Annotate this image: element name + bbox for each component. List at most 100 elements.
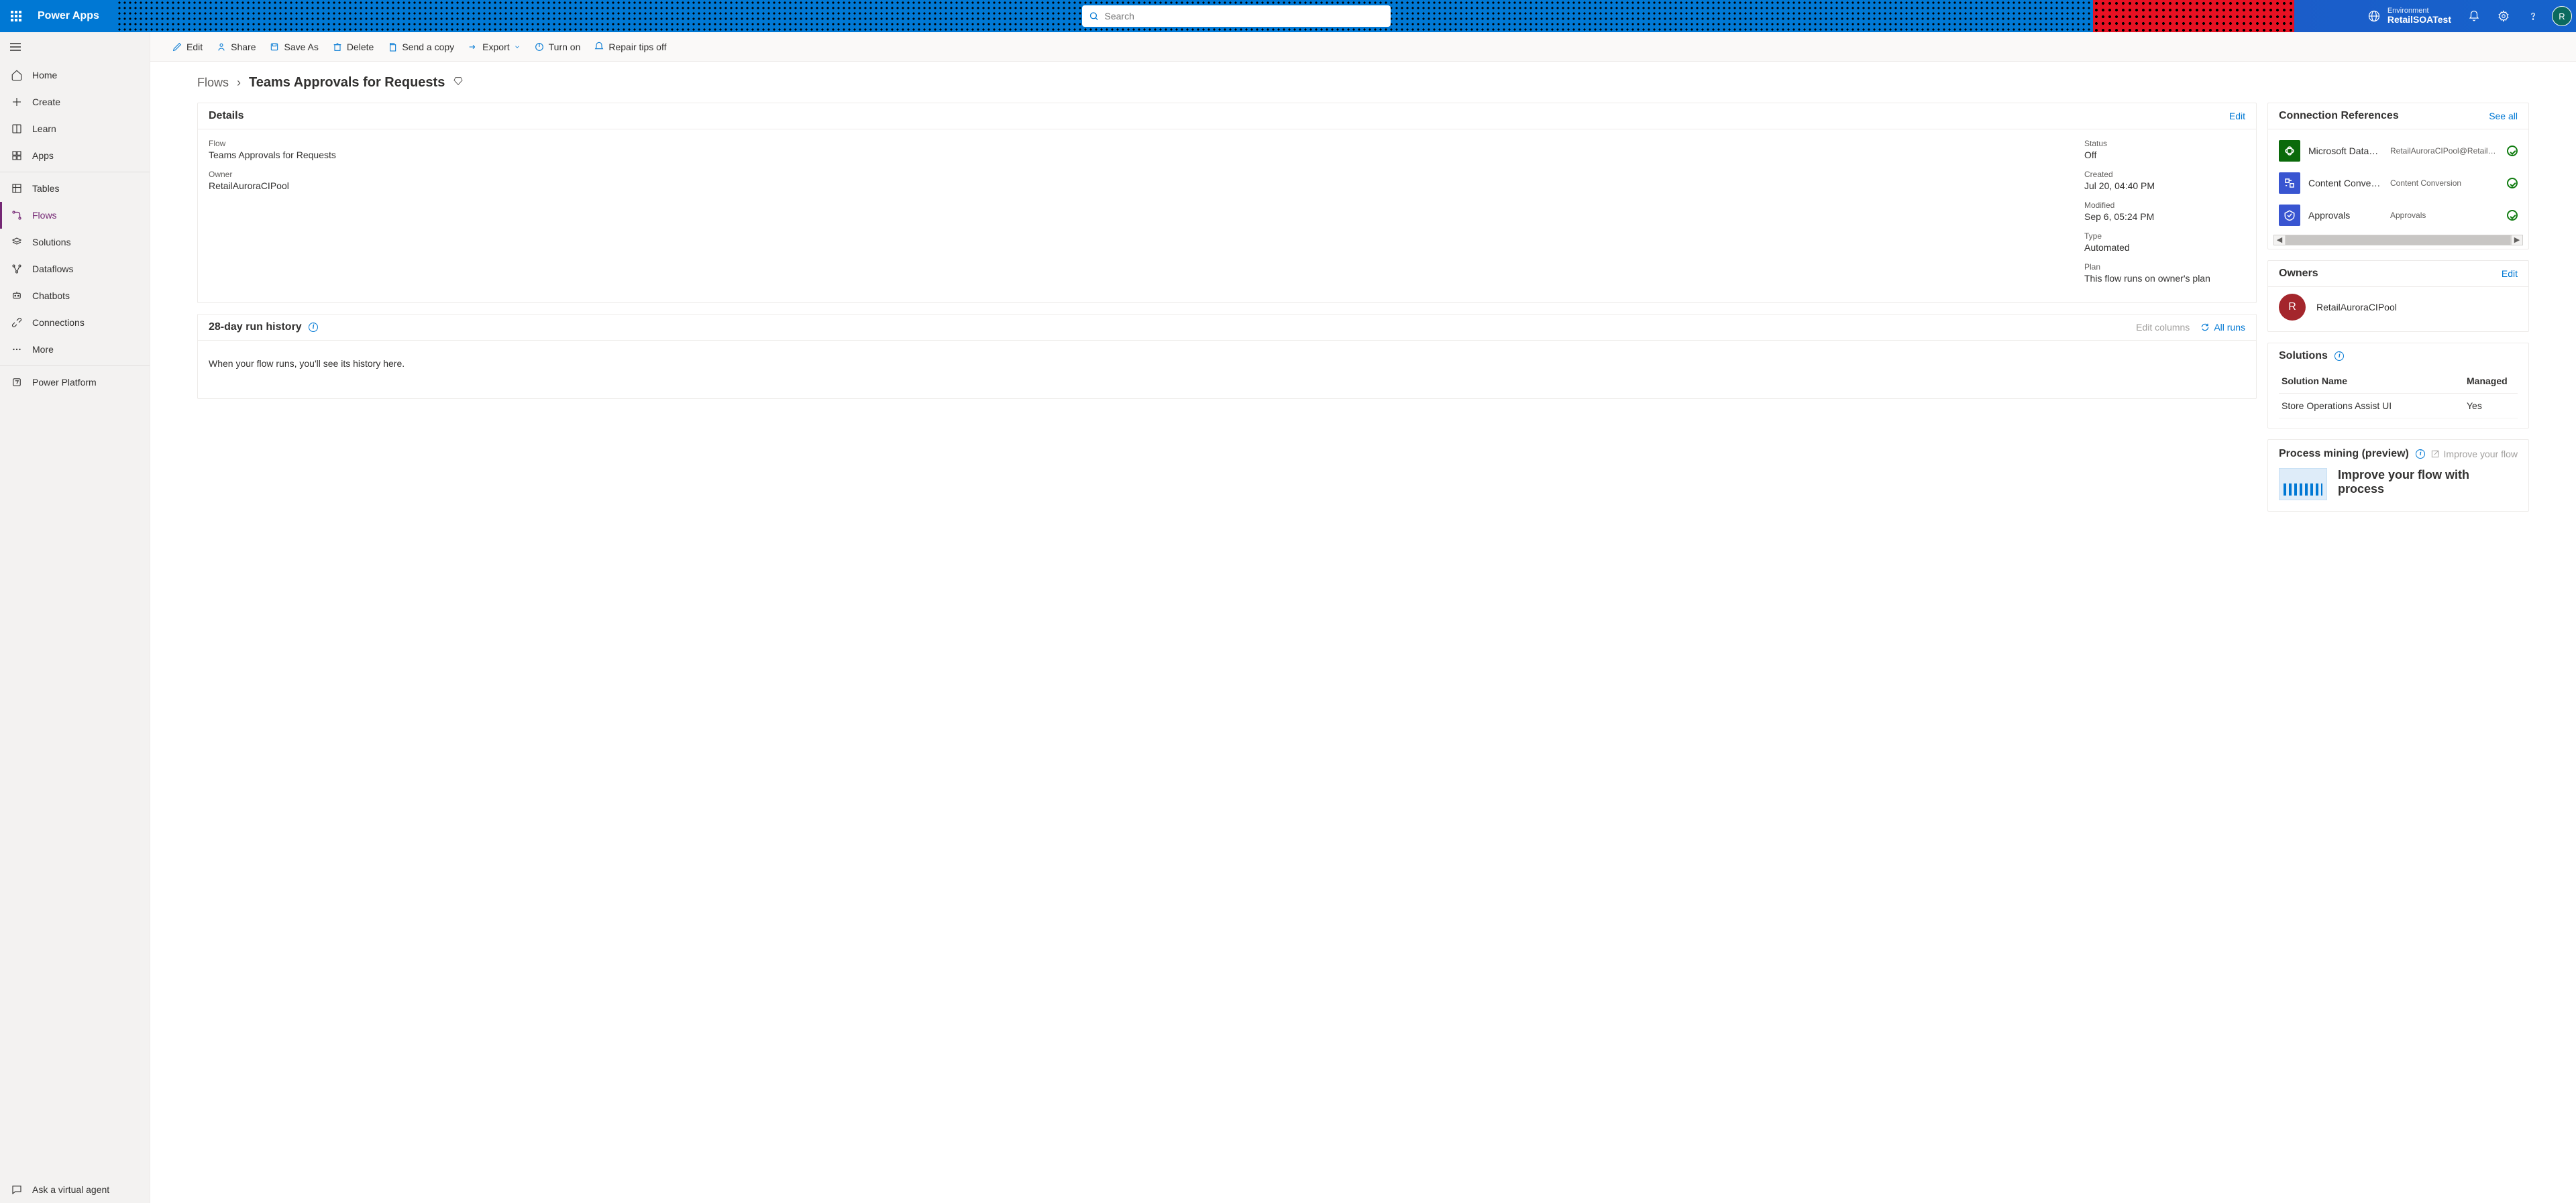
- sidebar-item-connections[interactable]: Connections: [0, 309, 150, 336]
- delete-icon: [332, 42, 343, 52]
- solution-name-cell: Store Operations Assist UI: [2279, 394, 2464, 418]
- status-ok-icon: [2507, 178, 2518, 188]
- owners-edit-link[interactable]: Edit: [2502, 268, 2518, 279]
- solutions-title: Solutions i: [2279, 350, 2344, 362]
- edit-columns-link: Edit columns: [2136, 322, 2190, 333]
- info-icon[interactable]: i: [2334, 351, 2344, 361]
- sidebar-item-label: Ask a virtual agent: [32, 1184, 109, 1195]
- sidebar-item-home[interactable]: Home: [0, 62, 150, 89]
- sidebar-item-learn[interactable]: Learn: [0, 115, 150, 142]
- all-runs-link[interactable]: All runs: [2200, 322, 2245, 333]
- breadcrumb-root[interactable]: Flows: [197, 76, 229, 90]
- export-icon: [468, 42, 478, 52]
- status-ok-icon: [2507, 210, 2518, 221]
- sidebar-item-more[interactable]: More: [0, 336, 150, 363]
- sidebar-item-ask-agent[interactable]: Ask a virtual agent: [0, 1176, 150, 1203]
- connections-see-all[interactable]: See all: [2489, 111, 2518, 121]
- user-avatar[interactable]: R: [2552, 6, 2572, 26]
- details-edit-link[interactable]: Edit: [2229, 111, 2245, 121]
- scroll-left-button[interactable]: ◀: [2273, 235, 2286, 245]
- app-title[interactable]: Power Apps: [32, 0, 115, 32]
- owner-label: Owner: [209, 170, 2057, 179]
- connections-title: Connection References: [2279, 110, 2399, 122]
- scroll-right-button[interactable]: ▶: [2511, 235, 2523, 245]
- connection-row[interactable]: Content Conversion Content Conversion: [2268, 167, 2528, 199]
- horizontal-scrollbar[interactable]: ◀ ▶: [2268, 237, 2528, 249]
- help-icon: [2527, 10, 2539, 22]
- approvals-icon: [2279, 205, 2300, 226]
- gear-icon: [2498, 10, 2510, 22]
- table-icon: [11, 182, 23, 194]
- sidebar-item-label: Power Platform: [32, 377, 97, 388]
- sidebar-item-flows[interactable]: Flows: [0, 202, 150, 229]
- sidebar-item-label: More: [32, 344, 54, 355]
- process-mining-text: Improve your flow with process: [2338, 468, 2518, 500]
- export-button[interactable]: Export: [462, 36, 525, 58]
- process-mining-thumb: [2279, 468, 2327, 500]
- scroll-track[interactable]: [2286, 235, 2511, 245]
- sidebar-item-tables[interactable]: Tables: [0, 175, 150, 202]
- send-copy-button[interactable]: Send a copy: [382, 36, 460, 58]
- connections-card: Connection References See all Microsoft …: [2267, 103, 2529, 249]
- save-as-button[interactable]: Save As: [264, 36, 323, 58]
- edit-button[interactable]: Edit: [166, 36, 208, 58]
- delete-button[interactable]: Delete: [327, 36, 379, 58]
- turn-on-button[interactable]: Turn on: [529, 36, 586, 58]
- sidebar-item-label: Chatbots: [32, 290, 70, 301]
- solutions-icon: [11, 236, 23, 248]
- share-button[interactable]: Share: [211, 36, 261, 58]
- sidebar-item-label: Home: [32, 70, 57, 80]
- sidebar-item-label: Create: [32, 97, 60, 107]
- info-icon[interactable]: i: [309, 323, 318, 332]
- run-history-empty: When your flow runs, you'll see its hist…: [209, 350, 2245, 389]
- info-icon[interactable]: i: [2416, 449, 2425, 459]
- power-platform-icon: [11, 376, 23, 388]
- sidebar-item-power-platform[interactable]: Power Platform: [0, 369, 150, 396]
- owner-name: RetailAuroraCIPool: [2316, 302, 2397, 312]
- owner-value: RetailAuroraCIPool: [209, 180, 2057, 191]
- plan-value: This flow runs on owner's plan: [2084, 273, 2245, 284]
- breadcrumb: Flows › Teams Approvals for Requests: [197, 75, 2529, 91]
- waffle-icon: [11, 11, 21, 21]
- sidebar-item-dataflows[interactable]: Dataflows: [0, 255, 150, 282]
- connection-row[interactable]: Approvals Approvals: [2268, 199, 2528, 231]
- main-area: Edit Share Save As Delete Send a copy Ex…: [150, 32, 2576, 1203]
- app-launcher-button[interactable]: [0, 0, 32, 32]
- connection-name: Microsoft Dataverse: [2308, 146, 2382, 156]
- table-row[interactable]: Store Operations Assist UI Yes: [2279, 394, 2518, 418]
- chevron-right-icon: ›: [237, 76, 241, 90]
- sidebar-item-apps[interactable]: Apps: [0, 142, 150, 169]
- chat-icon: [11, 1184, 23, 1196]
- help-button[interactable]: [2520, 0, 2546, 32]
- solutions-col-name[interactable]: Solution Name: [2279, 369, 2464, 394]
- more-icon: [11, 343, 23, 355]
- open-icon: [2430, 449, 2440, 459]
- chatbot-icon: [11, 290, 23, 302]
- sidebar-item-solutions[interactable]: Solutions: [0, 229, 150, 255]
- environment-label: Environment: [2387, 7, 2451, 15]
- connection-name: Approvals: [2308, 210, 2382, 221]
- globe-icon: [2367, 9, 2381, 23]
- solutions-col-managed[interactable]: Managed: [2464, 369, 2518, 394]
- environment-picker[interactable]: Environment RetailSOATest: [2358, 7, 2461, 25]
- modified-value: Sep 6, 05:24 PM: [2084, 211, 2245, 222]
- top-bar: Power Apps Environment RetailSOATest R: [0, 0, 2576, 32]
- sidebar-item-chatbots[interactable]: Chatbots: [0, 282, 150, 309]
- notifications-button[interactable]: [2461, 0, 2487, 32]
- search-box[interactable]: [1082, 5, 1391, 27]
- solution-managed-cell: Yes: [2464, 394, 2518, 418]
- sidebar-toggle[interactable]: [0, 32, 150, 62]
- connection-sub: Content Conversion: [2390, 178, 2499, 188]
- repair-tips-button[interactable]: Repair tips off: [588, 36, 672, 58]
- sidebar-item-label: Connections: [32, 317, 85, 328]
- settings-button[interactable]: [2490, 0, 2517, 32]
- type-label: Type: [2084, 231, 2245, 241]
- search-input[interactable]: [1105, 11, 1385, 21]
- breadcrumb-current: Teams Approvals for Requests: [249, 75, 445, 91]
- chevron-down-icon: [514, 44, 521, 50]
- flow-value: Teams Approvals for Requests: [209, 150, 2057, 160]
- sidebar-item-label: Tables: [32, 183, 59, 194]
- connection-row[interactable]: Microsoft Dataverse RetailAuroraCIPool@R…: [2268, 135, 2528, 167]
- home-icon: [11, 69, 23, 81]
- sidebar-item-create[interactable]: Create: [0, 89, 150, 115]
